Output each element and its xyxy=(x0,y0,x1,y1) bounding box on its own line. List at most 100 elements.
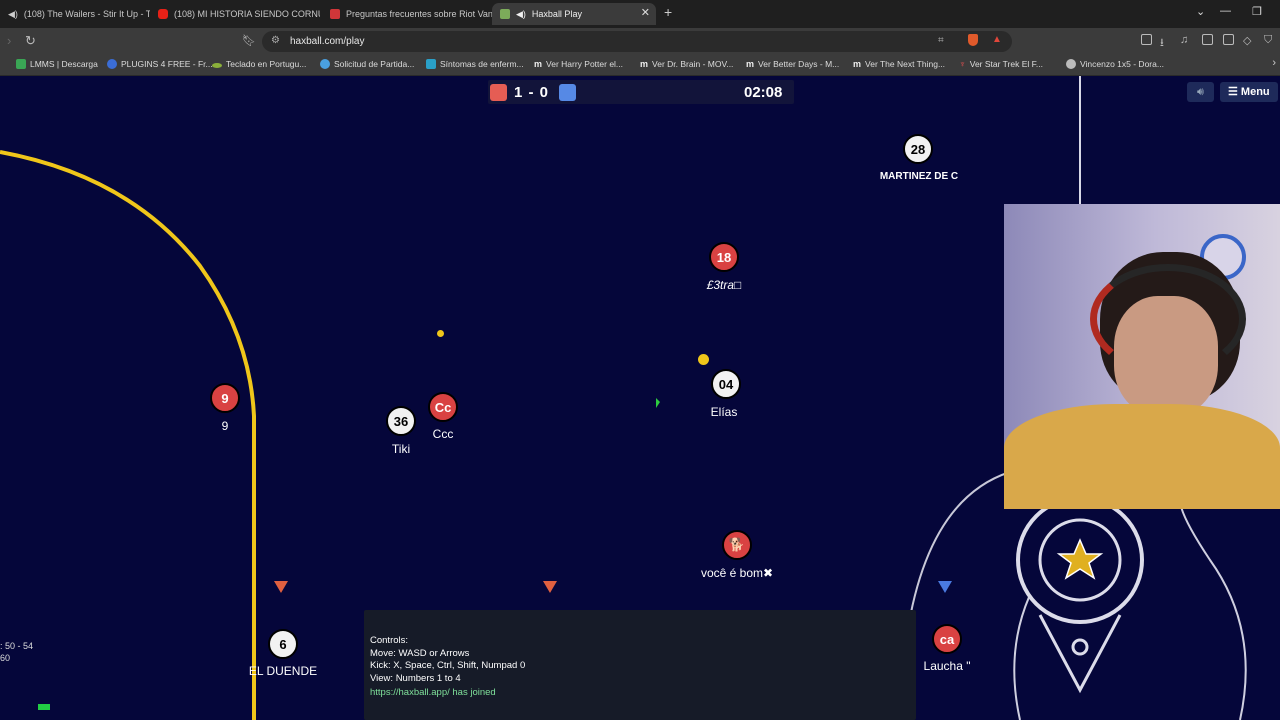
menu-button[interactable]: ☰ Menu xyxy=(1220,82,1278,102)
rewards-icon[interactable]: ▲ xyxy=(992,34,1002,45)
bookmark-harry-potter[interactable]: m Ver Harry Potter el... xyxy=(534,59,623,69)
bookmark-label: Solicitud de Partida... xyxy=(334,59,415,69)
player-number: 28 xyxy=(910,141,926,157)
league-icon xyxy=(320,59,330,69)
chat-line: Kick: X, Space, Ctrl, Shift, Numpad 0 xyxy=(370,660,526,671)
star-trek-icon: ♆ xyxy=(959,59,966,69)
bookmark-label: Ver Dr. Brain - MOV... xyxy=(652,59,734,69)
bookmark-label: Vincenzo 1x5 - Dora... xyxy=(1080,59,1164,69)
red-indicator-arrow xyxy=(274,581,288,593)
bookmark-label: Ver The Next Thing... xyxy=(865,59,946,69)
webcam-overlay xyxy=(1004,204,1280,509)
sidebar-icon[interactable] xyxy=(1202,34,1213,45)
bookmark-label: Ver Harry Potter el... xyxy=(546,59,624,69)
chat-input[interactable] xyxy=(370,708,910,718)
brave-shield-icon[interactable] xyxy=(968,34,978,46)
keyboard-icon xyxy=(212,63,222,68)
player-name: MARTINEZ DE C xyxy=(879,171,959,182)
bookmark-solicitud[interactable]: Solicitud de Partida... xyxy=(320,59,414,69)
player-disc: 18 xyxy=(709,242,739,272)
audio-icon: ◀) xyxy=(516,8,526,19)
bookmark-icon[interactable]: 🔖︎ xyxy=(242,34,256,47)
health-icon xyxy=(426,59,436,69)
tab-title: (108) MI HISTORIA SIENDO CORNUD xyxy=(174,9,320,19)
bookmark-label: Ver Star Trek El F... xyxy=(969,59,1043,69)
bookmark-lmms[interactable]: LMMS | Descarga xyxy=(16,59,98,69)
tab-mi-historia[interactable]: (108) MI HISTORIA SIENDO CORNUD xyxy=(150,3,320,25)
streamer-logo xyxy=(1013,500,1247,720)
fps-text: 60 xyxy=(0,653,11,663)
player-number: 🐕 xyxy=(728,537,746,552)
address-bar[interactable]: ⚙︎ haxball.com/play ⌗ ▲ xyxy=(262,31,1012,52)
goal-area-line xyxy=(0,150,256,720)
player-name: Ccc xyxy=(432,427,454,441)
player-number: 6 xyxy=(279,636,287,652)
close-tab-icon[interactable]: ✕ xyxy=(641,6,650,19)
blue-indicator-arrow xyxy=(938,581,952,593)
player-name: Laucha " xyxy=(923,659,971,673)
bookmark-sintomas[interactable]: Síntomas de enferm... xyxy=(426,59,524,69)
youtube-icon xyxy=(158,9,168,19)
m-icon: m xyxy=(534,59,543,69)
red-indicator-arrow xyxy=(543,581,557,593)
new-tab-button[interactable]: + xyxy=(664,4,672,20)
audio-icon: ◀) xyxy=(8,8,18,19)
chat-line: Move: WASD or Arrows xyxy=(370,648,470,659)
globe-icon xyxy=(1066,59,1076,69)
mouse-cursor xyxy=(656,398,660,408)
bookmark-teclado[interactable]: Teclado en Portugu... xyxy=(212,59,306,69)
leo-icon[interactable]: ◇ xyxy=(1243,34,1251,47)
blue-team-icon xyxy=(559,84,576,101)
translate-icon[interactable]: ⌗ xyxy=(938,35,944,46)
bookmark-star-trek[interactable]: ♆ Ver Star Trek El F... xyxy=(959,59,1043,69)
bookmark-next-thing[interactable]: m Ver The Next Thing... xyxy=(853,59,945,69)
lmms-icon xyxy=(16,59,26,69)
m-icon: m xyxy=(746,59,755,69)
player-name: £3tra□ xyxy=(706,278,742,292)
reload-icon[interactable]: ↻ xyxy=(25,33,36,49)
volume-button[interactable]: 🔊︎ xyxy=(1187,82,1214,102)
more-bookmarks-icon[interactable]: › xyxy=(1272,57,1276,69)
bookmark-label: Teclado en Portugu... xyxy=(226,59,307,69)
forward-icon[interactable]: › xyxy=(7,33,11,48)
player-disc: 36 xyxy=(386,406,416,436)
player-name: Elías xyxy=(710,405,738,419)
riot-icon xyxy=(330,9,340,19)
tab-haxball[interactable]: ◀) Haxball Play ✕ xyxy=(492,3,656,25)
bookmark-vincenzo[interactable]: Vincenzo 1x5 - Dora... xyxy=(1066,59,1164,69)
player-number: ca xyxy=(939,631,955,647)
screen: ◀) (108) The Wailers - Stir It Up - Th (… xyxy=(0,0,1280,720)
tab-riot[interactable]: Preguntas frecuentes sobre Riot Vang xyxy=(322,3,492,25)
player-disc: Cc xyxy=(428,392,458,422)
site-info-icon[interactable]: ⚙︎ xyxy=(271,35,280,46)
browser-toolbar: › ↻ 🔖︎ ⚙︎ haxball.com/play ⌗ ▲ ⭳ ♫ ◇ ⛉ xyxy=(0,28,1280,55)
bookmark-better-days[interactable]: m Ver Better Days - M... xyxy=(746,59,839,69)
minimize-icon[interactable]: — xyxy=(1220,5,1231,17)
tab-title: (108) The Wailers - Stir It Up - Th xyxy=(23,9,150,19)
player-number: 36 xyxy=(393,413,409,429)
url-text: haxball.com/play xyxy=(290,36,365,47)
chevron-down-icon[interactable]: ⌄ xyxy=(1196,5,1205,18)
download-icon[interactable]: ⭳ xyxy=(1160,34,1164,53)
bookmark-label: LMMS | Descarga xyxy=(30,59,98,69)
bookmark-dr-brain[interactable]: m Ver Dr. Brain - MOV... xyxy=(640,59,733,69)
tab-title: Preguntas frecuentes sobre Riot Vang xyxy=(346,9,492,19)
bookmark-plugins[interactable]: PLUGINS 4 FREE - Fr... xyxy=(107,59,213,69)
player-number: 04 xyxy=(718,376,734,392)
player-disc: 04 xyxy=(711,369,741,399)
headset xyxy=(1090,264,1246,374)
restore-icon[interactable]: ❐ xyxy=(1252,5,1262,18)
ball-marker xyxy=(437,330,444,337)
ping-indicator xyxy=(38,704,50,710)
tab-wailers[interactable]: ◀) (108) The Wailers - Stir It Up - Th xyxy=(0,3,150,25)
media-icon[interactable]: ♫ xyxy=(1180,34,1188,46)
m-icon: m xyxy=(853,59,862,69)
menu-label: Menu xyxy=(1240,86,1270,98)
bookmark-label: Ver Better Days - M... xyxy=(758,59,840,69)
vpn-icon[interactable]: ⛉ xyxy=(1264,34,1272,47)
extensions-icon[interactable] xyxy=(1141,34,1152,45)
player-disc: 28 xyxy=(903,134,933,164)
player-number: Cc xyxy=(434,399,452,415)
player-disc: 🐕 xyxy=(722,530,752,560)
wallet-icon[interactable] xyxy=(1223,34,1234,45)
